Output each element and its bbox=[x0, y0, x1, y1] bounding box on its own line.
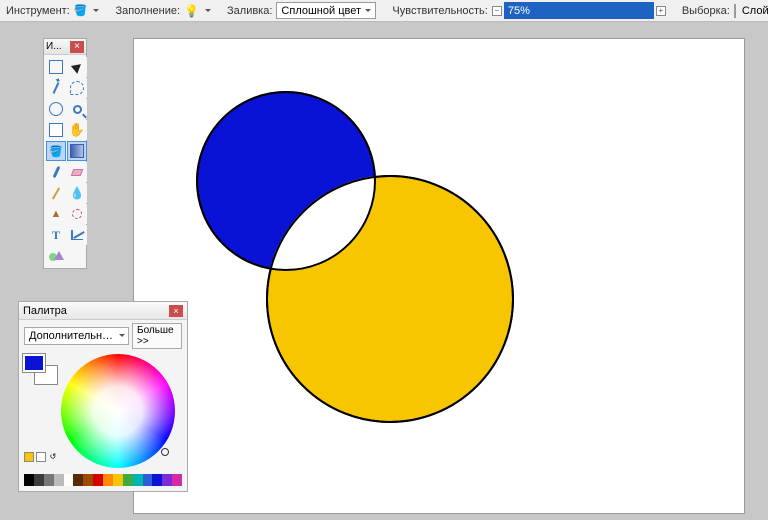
primary-color[interactable] bbox=[23, 354, 45, 372]
tool-paintbrush[interactable] bbox=[46, 162, 66, 182]
color-wheel[interactable] bbox=[61, 354, 175, 468]
palette-color[interactable] bbox=[44, 474, 54, 486]
palette-color[interactable] bbox=[143, 474, 153, 486]
sensitivity-slider[interactable]: 75% bbox=[504, 2, 654, 19]
palette-color[interactable] bbox=[172, 474, 182, 486]
tool-clone-stamp[interactable]: ▲ bbox=[46, 204, 66, 224]
palette-color[interactable] bbox=[133, 474, 143, 486]
sample-swatch-icon[interactable] bbox=[734, 4, 736, 18]
bulb-icon[interactable]: 💡 bbox=[184, 3, 199, 19]
tool-gradient[interactable] bbox=[67, 141, 87, 161]
canvas[interactable] bbox=[133, 38, 745, 514]
sample-label: Выборка: bbox=[682, 5, 730, 17]
tool-zoom[interactable] bbox=[67, 99, 87, 119]
fill-label: Заполнение: bbox=[115, 5, 180, 17]
palette-color[interactable] bbox=[103, 474, 113, 486]
sensitivity-label: Чувствительность: bbox=[392, 5, 487, 17]
tool-shapes[interactable] bbox=[46, 246, 66, 266]
recent-color-1[interactable] bbox=[24, 452, 34, 462]
tool-hand[interactable]: ✋ bbox=[67, 120, 87, 140]
tool-dropdown-caret[interactable] bbox=[93, 9, 99, 15]
wheel-cursor-icon bbox=[161, 448, 169, 456]
palette-color[interactable] bbox=[162, 474, 172, 486]
filltype-dropdown[interactable]: Сплошной цвет bbox=[276, 2, 376, 19]
more-button[interactable]: Больше >> bbox=[132, 323, 182, 349]
palette-color[interactable] bbox=[83, 474, 93, 486]
tool-pan[interactable] bbox=[46, 120, 66, 140]
palette-color[interactable] bbox=[24, 474, 34, 486]
sample-value: Слой bbox=[742, 5, 768, 17]
paint-bucket-icon[interactable]: 🪣 bbox=[74, 3, 88, 19]
tool-magic-wand[interactable] bbox=[46, 78, 66, 98]
tool-text[interactable]: T bbox=[46, 225, 66, 245]
tool-color-picker[interactable]: 💧 bbox=[67, 183, 87, 203]
palette-strip[interactable] bbox=[24, 474, 182, 486]
recent-color-2[interactable] bbox=[36, 452, 46, 462]
palette-color[interactable] bbox=[54, 474, 64, 486]
tool-line-curve[interactable] bbox=[67, 225, 87, 245]
palette-color[interactable] bbox=[113, 474, 123, 486]
tool-lasso[interactable] bbox=[67, 78, 87, 98]
palette-color[interactable] bbox=[123, 474, 133, 486]
palette-color[interactable] bbox=[64, 474, 74, 486]
tool-ellipse-select[interactable] bbox=[46, 99, 66, 119]
palette-color[interactable] bbox=[93, 474, 103, 486]
fill-dropdown-caret[interactable] bbox=[205, 9, 211, 15]
palette-panel: Палитра × Дополнительн… Больше >> ↺ bbox=[18, 301, 188, 492]
sensitivity-plus[interactable]: + bbox=[656, 6, 666, 16]
swap-icon[interactable]: ↺ bbox=[48, 452, 58, 462]
palette-color[interactable] bbox=[34, 474, 44, 486]
tool-move[interactable] bbox=[67, 57, 87, 77]
close-icon[interactable]: × bbox=[70, 41, 84, 53]
tool-pencil[interactable] bbox=[46, 183, 66, 203]
yellow-circle-outline bbox=[266, 175, 514, 423]
filltype-label: Заливка: bbox=[227, 5, 272, 17]
tool-paint-bucket[interactable]: 🪣 bbox=[46, 141, 66, 161]
tool-eraser[interactable] bbox=[67, 162, 87, 182]
palette-color[interactable] bbox=[73, 474, 83, 486]
toolbox-title: И... bbox=[46, 41, 62, 52]
palette-title: Палитра bbox=[23, 305, 67, 317]
scheme-dropdown[interactable]: Дополнительн… bbox=[24, 327, 129, 345]
close-icon[interactable]: × bbox=[169, 305, 183, 317]
sensitivity-minus[interactable]: − bbox=[492, 6, 502, 16]
palette-color[interactable] bbox=[152, 474, 162, 486]
tool-label: Инструмент: bbox=[6, 5, 70, 17]
options-toolbar: Инструмент: 🪣 Заполнение: 💡 Заливка: Спл… bbox=[0, 0, 768, 22]
tool-heal[interactable] bbox=[67, 204, 87, 224]
toolbox-panel: И... × ✋ 🪣 💧 ▲ T bbox=[43, 38, 87, 269]
